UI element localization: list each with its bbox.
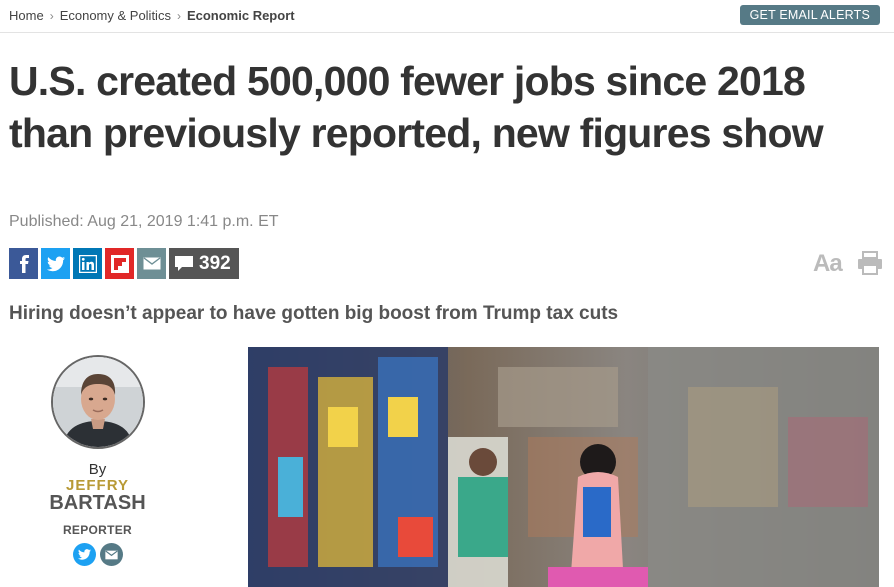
email-icon xyxy=(143,257,160,270)
flipboard-icon xyxy=(110,254,129,273)
twitter-share-button[interactable] xyxy=(41,248,70,279)
twitter-icon xyxy=(46,256,65,271)
author-block: By JEFFRY BARTASH REPORTER xyxy=(40,355,155,566)
get-email-alerts-button[interactable]: GET EMAIL ALERTS xyxy=(739,5,880,25)
comment-icon xyxy=(175,255,193,271)
linkedin-share-button[interactable] xyxy=(73,248,102,279)
author-photo xyxy=(52,357,143,447)
email-share-button[interactable] xyxy=(137,248,166,279)
author-role: REPORTER xyxy=(62,523,133,537)
email-icon xyxy=(104,550,118,559)
top-bar: Home › Economy & Politics › Economic Report … xyxy=(0,0,894,33)
facebook-icon xyxy=(19,254,29,273)
article-subheadline: Hiring doesn’t appear to have gotten big… xyxy=(9,303,619,324)
breadcrumb-economic-report[interactable]: Economic Report xyxy=(187,8,295,23)
author-social-links xyxy=(40,543,155,566)
linkedin-icon xyxy=(78,254,97,273)
chevron-right-icon: › xyxy=(176,8,181,23)
comments-button[interactable]: 392 xyxy=(169,248,239,279)
article-headline: U.S. created 500,000 fewer jobs since 20… xyxy=(9,58,824,156)
author-last-name[interactable]: BARTASH xyxy=(40,492,155,515)
print-icon xyxy=(858,251,882,275)
font-size-button[interactable]: Aa xyxy=(813,250,843,278)
comment-count: 392 xyxy=(199,252,231,274)
breadcrumb: Home › Economy & Politics › Economic Report xyxy=(9,7,295,23)
chevron-right-icon: › xyxy=(49,8,54,23)
article-photo[interactable] xyxy=(248,347,879,587)
twitter-icon xyxy=(77,549,91,560)
breadcrumb-home[interactable]: Home xyxy=(9,8,44,23)
byline-prefix: By xyxy=(88,461,107,478)
author-email-button[interactable] xyxy=(99,543,123,566)
breadcrumb-economy-politics[interactable]: Economy & Politics xyxy=(60,8,171,23)
print-button[interactable] xyxy=(857,251,883,280)
flipboard-share-button[interactable] xyxy=(105,248,134,279)
share-bar: 392 xyxy=(9,248,239,279)
published-timestamp: Published: Aug 21, 2019 1:41 p.m. ET xyxy=(9,213,279,230)
author-twitter-button[interactable] xyxy=(72,543,96,566)
facebook-share-button[interactable] xyxy=(9,248,38,279)
toy-aisle-photo xyxy=(248,347,879,587)
author-avatar[interactable] xyxy=(50,355,145,449)
